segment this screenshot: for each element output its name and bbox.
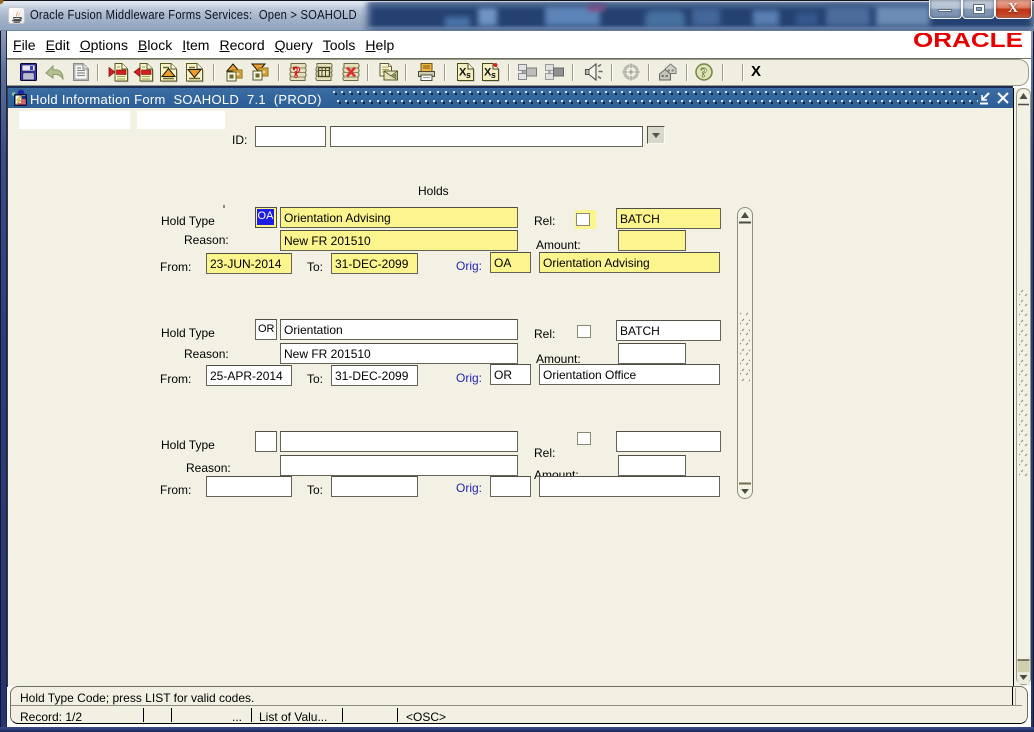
svg-text:s: s	[491, 70, 496, 80]
svg-text:?: ?	[293, 65, 301, 82]
svg-text:s: s	[466, 70, 471, 80]
svg-text:?: ?	[700, 66, 707, 81]
